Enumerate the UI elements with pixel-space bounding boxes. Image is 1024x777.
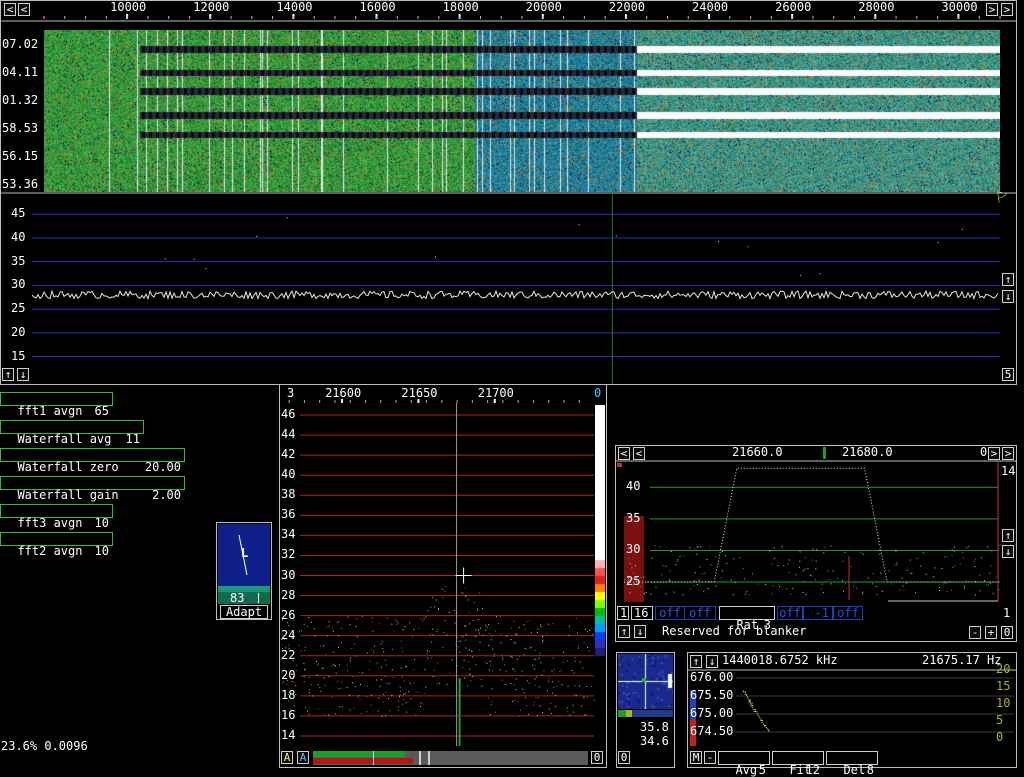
del-value: 8 bbox=[866, 763, 874, 777]
smeter-graph[interactable] bbox=[0, 0, 1024, 768]
smeter-m-button[interactable]: M bbox=[690, 751, 702, 764]
smeter-right-label: 20 bbox=[996, 662, 1011, 676]
smeter-freq-label: 676.00 bbox=[690, 670, 734, 684]
fit-value: 12 bbox=[805, 763, 820, 777]
smeter-freq-label: 675.00 bbox=[690, 706, 734, 720]
smeter-right-label: 5 bbox=[996, 713, 1004, 727]
smeter-right-label: 15 bbox=[996, 679, 1011, 693]
smeter-dash-button[interactable]: - bbox=[704, 751, 716, 764]
smeter-avg-box[interactable]: Avg 5 bbox=[718, 751, 770, 776]
smeter-freq-label: 675.50 bbox=[690, 688, 734, 702]
avg-value: 5 bbox=[758, 763, 766, 777]
smeter-freq-label: 674.50 bbox=[690, 724, 734, 738]
smeter-del-box[interactable]: Del 8 bbox=[826, 751, 878, 776]
smeter-right-label: 10 bbox=[996, 696, 1011, 710]
avg-label: Avg bbox=[735, 763, 758, 777]
smeter-trace bbox=[742, 689, 770, 733]
del-label: Del bbox=[843, 763, 866, 777]
smeter-right-label: 0 bbox=[996, 730, 1004, 744]
smeter-fit-box[interactable]: Fit 12 bbox=[772, 751, 824, 776]
